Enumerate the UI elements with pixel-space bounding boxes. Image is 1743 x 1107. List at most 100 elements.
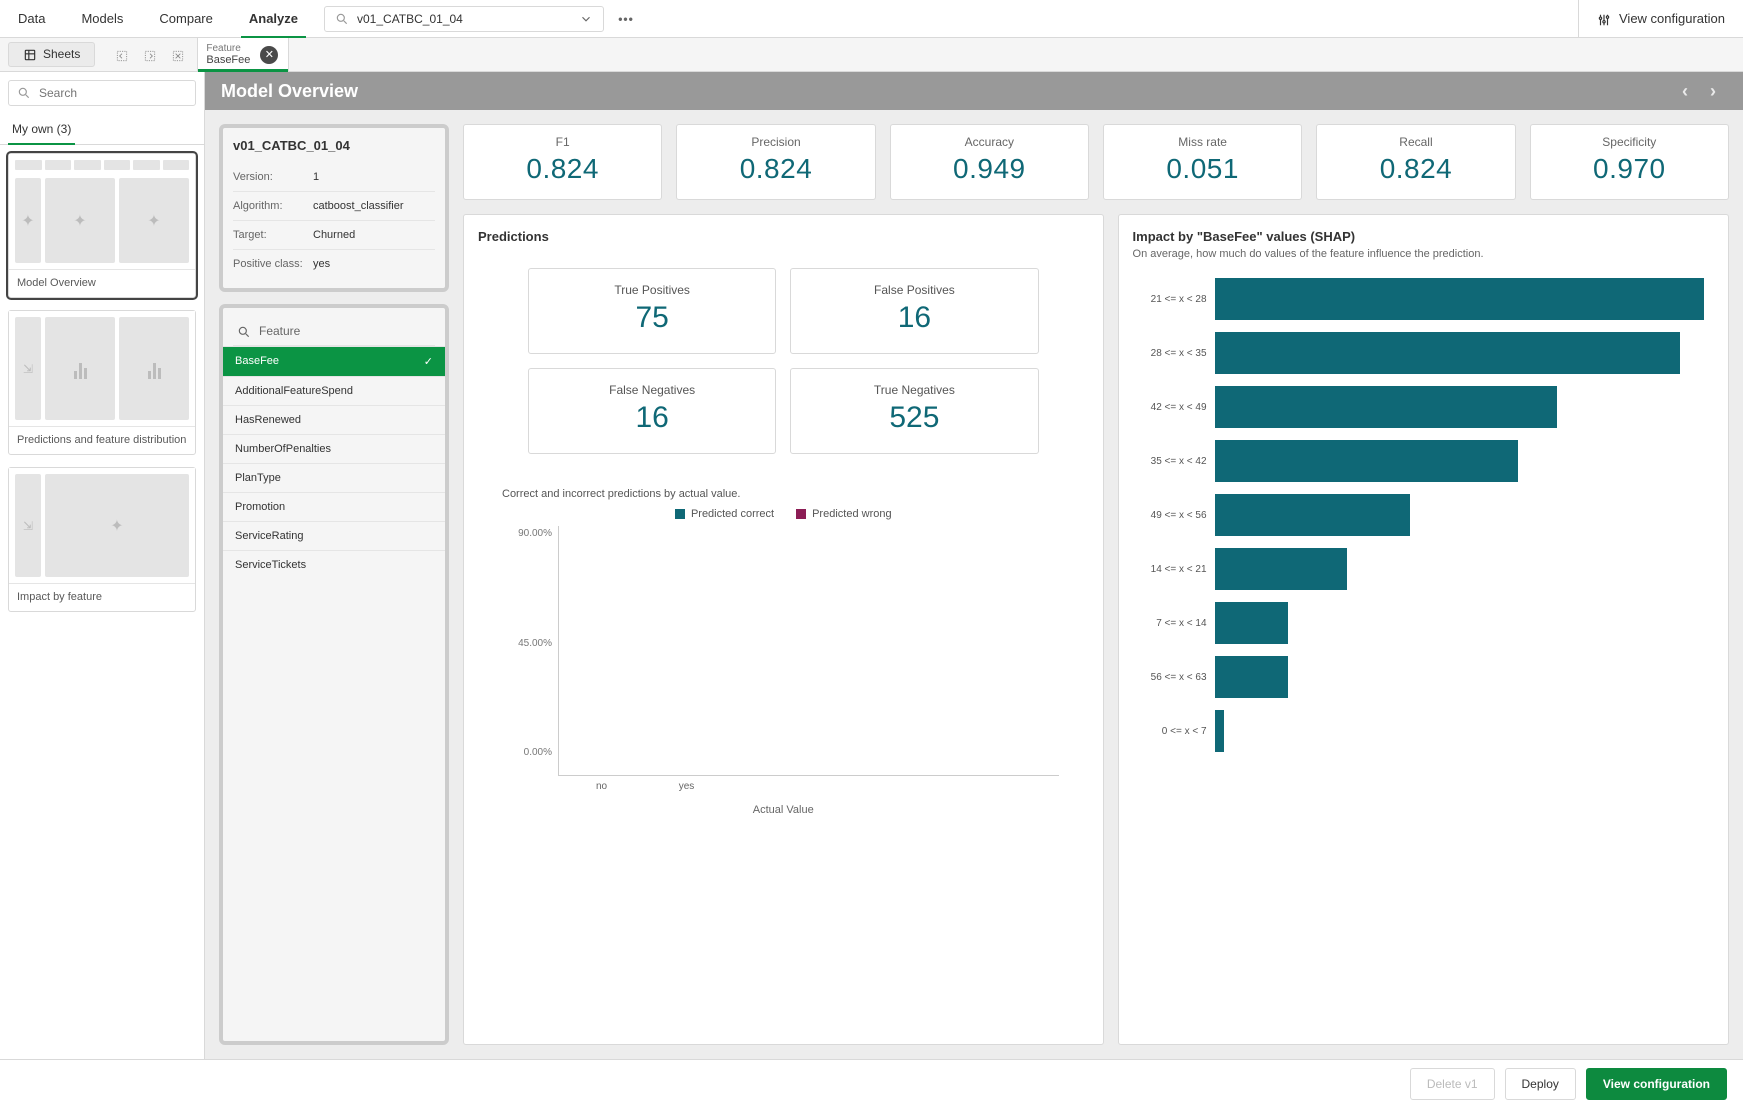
feature-search[interactable]: Feature [233,318,435,346]
selection-chip-feature[interactable]: Feature BaseFee ✕ [197,38,289,72]
shap-bar [1215,386,1558,428]
selection-tools [103,46,197,62]
export-icon: ⇲ [23,519,33,533]
sheet-thumb-caption: Predictions and feature distribution [9,426,195,454]
delete-button[interactable]: Delete v1 [1410,1068,1495,1100]
sheet-canvas: Model Overview ‹ › v01_CATBC_01_04 Versi… [205,72,1743,1059]
shap-bar [1215,332,1680,374]
shap-bar [1215,278,1704,320]
feature-item[interactable]: Promotion [223,492,445,521]
confusion-label: False Negatives [539,383,765,397]
confusion-cell: True Positives75 [528,268,776,354]
close-icon[interactable]: ✕ [260,46,278,64]
info-row: Target:Churned [233,220,435,249]
feature-item[interactable]: AdditionalFeatureSpend [223,376,445,405]
top-bar: Data Models Compare Analyze v01_CATBC_01… [0,0,1743,38]
confusion-label: False Positives [801,283,1027,297]
shap-label: 28 <= x < 35 [1133,348,1215,359]
metric-card: Specificity0.970 [1530,124,1729,200]
metric-card: Precision0.824 [676,124,875,200]
bars-icon [148,359,161,379]
next-sheet-button[interactable]: › [1699,81,1727,102]
shap-label: 56 <= x < 63 [1133,672,1215,683]
metric-value: 0.824 [472,153,653,185]
feature-item[interactable]: ServiceTickets [223,550,445,579]
sheets-button[interactable]: Sheets [8,42,95,67]
model-picker-value: v01_CATBC_01_04 [357,12,579,26]
stacked-bar-chart: 90.00%45.00%0.00% noyes [508,526,1059,776]
info-key: Target: [233,229,313,241]
sheet-search[interactable] [8,80,196,106]
sheet-tab-my-own[interactable]: My own (3) [0,114,83,144]
confusion-value: 16 [801,301,1027,335]
shap-label: 7 <= x < 14 [1133,618,1215,629]
deploy-button[interactable]: Deploy [1505,1068,1576,1100]
tab-analyze[interactable]: Analyze [231,0,316,37]
metric-label: Accuracy [899,135,1080,149]
metric-card: Recall0.824 [1316,124,1515,200]
sheets-icon [23,47,37,62]
work-area: My own (3) ✦ ✦ ✦ Model Overview ⇲ [0,72,1743,1059]
step-forward-icon[interactable] [143,46,157,62]
selection-chip-title: Feature [206,43,250,54]
pred-chart-title: Correct and incorrect predictions by act… [502,488,1089,500]
shap-subtitle: On average, how much do values of the fe… [1133,248,1714,260]
feature-item[interactable]: HasRenewed [223,405,445,434]
search-icon [17,86,31,101]
shap-title: Impact by "BaseFee" values (SHAP) [1133,229,1714,244]
predictions-panel: Predictions True Positives75False Positi… [463,214,1104,1045]
shap-bar [1215,602,1288,644]
feature-item[interactable]: BaseFee [223,346,445,376]
x-tick-label: no [579,775,624,792]
shap-label: 35 <= x < 42 [1133,456,1215,467]
shap-row: 21 <= x < 28 [1133,276,1704,322]
tab-compare[interactable]: Compare [141,0,230,37]
confusion-grid: True Positives75 False Positives 16 False N… [528,268,1039,454]
footer-bar: Delete v1 Deploy View configuration [0,1059,1743,1107]
metric-card: F1 0.824 [463,124,662,200]
puzzle-icon: ✦ [110,516,123,536]
sheet-thumb-predictions[interactable]: ⇲ Predictions and feature distribution [8,310,196,455]
legend-swatch-correct [675,509,685,519]
shap-label: 14 <= x < 21 [1133,564,1215,575]
prev-sheet-button[interactable]: ‹ [1671,81,1699,102]
view-configuration-label: View configuration [1619,11,1725,26]
feature-item[interactable]: NumberOfPenalties [223,434,445,463]
metric-label: Miss rate [1112,135,1293,149]
step-back-icon[interactable] [115,46,129,62]
tab-data[interactable]: Data [0,0,63,37]
sheet-thumb-caption: Model Overview [9,269,195,297]
confusion-label: True Negatives [801,383,1027,397]
feature-search-label: Feature [259,324,300,338]
sheet-search-input[interactable] [37,85,196,101]
view-configuration-button[interactable]: View configuration [1586,1068,1727,1100]
shap-row: 7 <= x < 14 [1133,600,1704,646]
metric-label: F1 [472,135,653,149]
metric-card: Miss rate0.051 [1103,124,1302,200]
sheet-thumb-impact[interactable]: ⇲ ✦ Impact by feature [8,467,196,612]
shap-row: 35 <= x < 42 [1133,438,1704,484]
puzzle-icon: ✦ [21,211,34,231]
feature-select-card: Feature BaseFeeAdditionalFeatureSpendHas… [219,304,449,1045]
tab-models[interactable]: Models [63,0,141,37]
clear-all-icon[interactable] [171,46,185,62]
info-value: Churned [313,229,435,241]
more-menu-button[interactable]: ••• [612,0,640,37]
view-configuration-button-top[interactable]: View configuration [1578,0,1743,37]
sheets-label: Sheets [43,47,80,61]
feature-item[interactable]: ServiceRating [223,521,445,550]
info-key: Algorithm: [233,200,313,212]
metric-value: 0.949 [899,153,1080,185]
model-picker[interactable]: v01_CATBC_01_04 [324,6,604,32]
shap-bar [1215,548,1347,590]
sheet-thumb-model-overview[interactable]: ✦ ✦ ✦ Model Overview [8,153,196,298]
sheet-title: Model Overview [221,81,358,102]
metric-label: Specificity [1539,135,1720,149]
sheet-thumb-caption: Impact by feature [9,583,195,611]
model-info-title: v01_CATBC_01_04 [233,138,435,153]
feature-item[interactable]: PlanType [223,463,445,492]
metrics-row: F1 0.824 Precision0.824 Accuracy 0.949 Miss r… [463,124,1729,200]
legend-swatch-wrong [796,509,806,519]
shap-label: 0 <= x < 7 [1133,726,1215,737]
metric-value: 0.824 [1325,153,1506,185]
